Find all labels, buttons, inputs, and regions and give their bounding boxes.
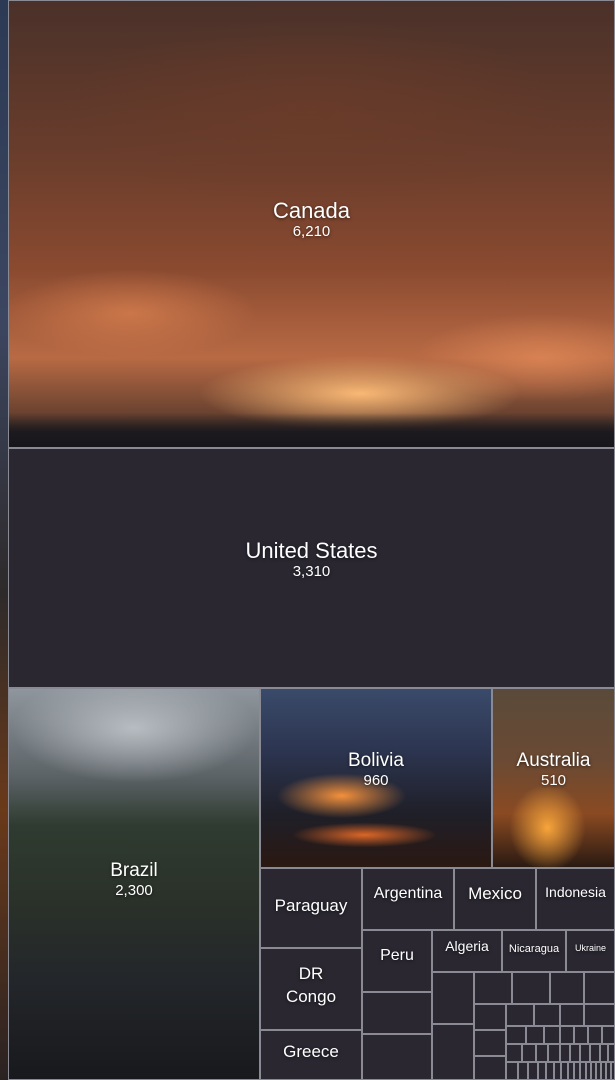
treemap-tile-small[interactable] (546, 1062, 554, 1080)
treemap-tile-small[interactable] (548, 1044, 560, 1062)
tile-label: Bolivia 960 (261, 750, 491, 789)
treemap-tile-small[interactable] (432, 1024, 474, 1080)
treemap-tile-small[interactable] (590, 1044, 600, 1062)
tile-name: Greece (283, 1042, 339, 1061)
treemap-tile-mexico[interactable]: Mexico (454, 868, 536, 930)
tile-name: Nicaragua (508, 943, 560, 955)
tile-name: Peru (380, 947, 414, 964)
tile-label: Paraguay (261, 896, 361, 916)
treemap-tile-small[interactable] (584, 972, 615, 1004)
treemap-tile-dr-congo[interactable]: DR Congo (260, 948, 362, 1030)
treemap-tile-algeria[interactable]: Algeria (432, 930, 502, 972)
treemap-tile-small[interactable] (506, 1044, 522, 1062)
treemap-tile-bolivia[interactable]: Bolivia 960 (260, 688, 492, 868)
treemap-tile-small[interactable] (518, 1062, 528, 1080)
tile-value: 3,310 (292, 563, 331, 581)
treemap-tile-united-states[interactable]: United States 3,310 (8, 448, 615, 688)
tile-label: Greece (261, 1042, 361, 1062)
treemap-tile-small[interactable] (560, 1004, 584, 1026)
treemap-tile-small[interactable] (474, 972, 512, 1004)
treemap-tile-small[interactable] (611, 1062, 615, 1080)
tile-value: 2,300 (115, 881, 153, 899)
treemap-tile-small[interactable] (544, 1026, 560, 1044)
tile-name: Argentina (373, 885, 443, 902)
treemap-tile-small[interactable] (554, 1062, 561, 1080)
tile-name: Canada (272, 198, 351, 223)
tile-label: Indonesia (537, 884, 614, 900)
treemap-tile-small[interactable] (580, 1044, 590, 1062)
tile-name: Ukraine (574, 943, 606, 953)
treemap-tile-small[interactable] (538, 1062, 546, 1080)
treemap-tile-small[interactable] (534, 1004, 560, 1026)
tile-label: Brazil 2,300 (9, 860, 259, 899)
tile-value: 6,210 (292, 223, 331, 241)
treemap-tile-ukraine[interactable]: Ukraine (566, 930, 615, 972)
treeline-silhouette (9, 413, 614, 447)
treemap-tile-greece[interactable]: Greece (260, 1030, 362, 1080)
tile-label: Australia 510 (493, 750, 614, 789)
tile-name: Algeria (445, 938, 489, 954)
treemap-tile-small[interactable] (574, 1026, 588, 1044)
treemap-tile-small[interactable] (506, 1026, 526, 1044)
left-photo-strip (0, 0, 8, 1080)
treemap-tile-brazil[interactable]: Brazil 2,300 (8, 688, 260, 1080)
tile-label: Canada 6,210 (9, 198, 614, 241)
treemap-tile-small[interactable] (512, 972, 550, 1004)
treemap-tile-small[interactable] (526, 1026, 544, 1044)
treemap-tile-small[interactable] (362, 1034, 432, 1080)
treemap-tile-small[interactable] (522, 1044, 536, 1062)
tile-name: Mexico (468, 884, 522, 903)
treemap-tile-small[interactable] (560, 1044, 570, 1062)
treemap-tile-small[interactable] (600, 1044, 608, 1062)
tile-label: DR Congo (261, 963, 361, 1009)
treemap-tile-small[interactable] (570, 1044, 580, 1062)
tile-label: Algeria (433, 938, 501, 954)
treemap-tile-small[interactable] (602, 1026, 615, 1044)
treemap-tile-paraguay[interactable]: Paraguay (260, 868, 362, 948)
tile-value: 510 (540, 771, 567, 789)
tile-label: Ukraine (567, 943, 614, 954)
tile-label: Nicaragua (503, 943, 565, 955)
tile-name: DR Congo (285, 964, 337, 1006)
tile-name: Paraguay (274, 896, 348, 915)
tile-name: Bolivia (348, 750, 404, 771)
treemap-chart: Canada 6,210 United States 3,310 Brazil 2,300… (0, 0, 615, 1080)
treemap-tile-small[interactable] (588, 1026, 602, 1044)
tile-label: United States 3,310 (9, 538, 614, 581)
treemap-tile-small[interactable] (506, 1062, 518, 1080)
treemap-tile-small[interactable] (608, 1044, 615, 1062)
treemap-tile-small[interactable] (506, 1004, 534, 1026)
treemap-tile-small[interactable] (560, 1026, 574, 1044)
tile-label: Mexico (455, 884, 535, 904)
treemap-tile-small[interactable] (536, 1044, 548, 1062)
treemap-tile-argentina[interactable]: Argentina (362, 868, 454, 930)
treemap-tile-small[interactable] (362, 992, 432, 1034)
tile-name: United States (245, 538, 378, 563)
tile-name: Indonesia (545, 884, 606, 900)
treemap-tile-small[interactable] (584, 1004, 615, 1026)
tile-label: Argentina (363, 885, 453, 903)
tile-name: Brazil (110, 860, 158, 881)
treemap-tile-indonesia[interactable]: Indonesia (536, 868, 615, 930)
treemap-tile-small[interactable] (550, 972, 584, 1004)
treemap-tile-small[interactable] (474, 1056, 506, 1080)
tile-label: Peru (363, 947, 431, 965)
treemap-tile-peru[interactable]: Peru (362, 930, 432, 992)
tile-name: Australia (516, 750, 591, 771)
treemap-tile-small[interactable] (561, 1062, 568, 1080)
treemap-tile-small[interactable] (528, 1062, 538, 1080)
treemap-tile-small[interactable] (474, 1030, 506, 1056)
treemap-tile-canada[interactable]: Canada 6,210 (8, 0, 615, 448)
treemap-tile-australia[interactable]: Australia 510 (492, 688, 615, 868)
treemap-tile-nicaragua[interactable]: Nicaragua (502, 930, 566, 972)
treemap-tile-small[interactable] (432, 972, 474, 1024)
treemap-tile-small[interactable] (474, 1004, 506, 1030)
tile-value: 960 (363, 771, 389, 789)
